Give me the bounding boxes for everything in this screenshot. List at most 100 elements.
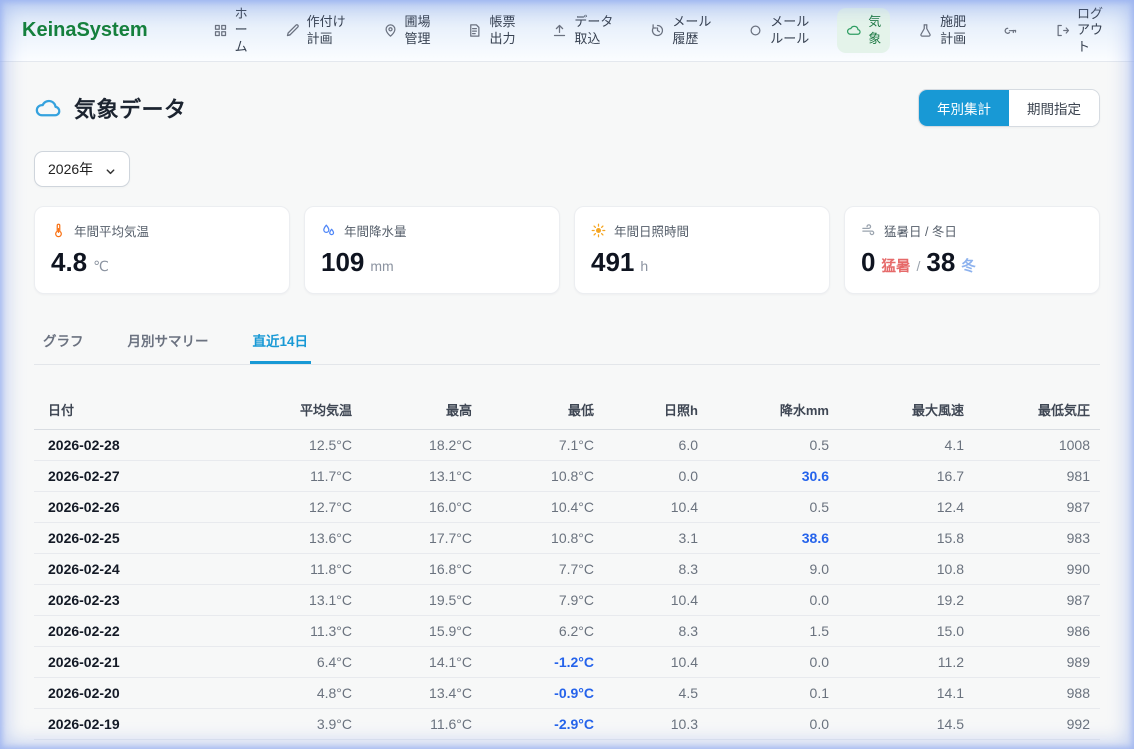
- flask-icon: [918, 23, 933, 38]
- cell-min: 7.9°C: [482, 585, 604, 616]
- stat-unit: ℃: [93, 258, 109, 275]
- pencil-icon: [285, 23, 300, 38]
- cell-max: 13.4°C: [362, 678, 482, 709]
- nav-item-2[interactable]: 圃場 管理: [374, 8, 440, 53]
- cell-avg: 3.9°C: [250, 709, 362, 740]
- nav-item-label: 施肥 計画: [940, 14, 966, 47]
- wind-icon: [861, 223, 876, 238]
- hot-days-value: 0: [861, 247, 875, 278]
- cell-date: 2026-02-23: [34, 585, 250, 616]
- title-row: 気象データ 年別集計 期間指定: [34, 89, 1100, 127]
- cell-pressure: 986: [974, 616, 1100, 647]
- column-header: 最低: [482, 391, 604, 430]
- period-select-button[interactable]: 期間指定: [1009, 90, 1099, 126]
- stat-value: 109: [321, 247, 364, 278]
- separator: /: [916, 258, 920, 274]
- nav-item-4[interactable]: データ 取込: [543, 8, 622, 53]
- cell-sun: 10.4: [604, 585, 708, 616]
- stat-unit: mm: [370, 258, 393, 274]
- cell-sun: 10.4: [604, 492, 708, 523]
- stat-label: 年間日照時間: [614, 221, 689, 240]
- cell-wind: 15.0: [839, 616, 974, 647]
- nav-item-8[interactable]: 施肥 計画: [909, 8, 975, 53]
- grid-icon: [213, 23, 228, 38]
- cell-max: 16.0°C: [362, 492, 482, 523]
- nav-item-label: ログ アウ ト: [1077, 6, 1103, 55]
- top-navigation-bar: KeinaSystem ホ ー ム作付け 計画圃場 管理帳票 出力データ 取込メ…: [0, 0, 1134, 62]
- nav-item-label: データ 取込: [574, 14, 613, 47]
- cell-rain: 0.0: [708, 709, 839, 740]
- nav-item-label: 帳票 出力: [489, 14, 515, 47]
- nav-item-10[interactable]: ログ アウ ト: [1046, 0, 1112, 61]
- content-tabs: グラフ月別サマリー直近14日: [34, 321, 1100, 365]
- table-row: 2026-02-2711.7°C13.1°C10.8°C0.030.616.79…: [34, 461, 1100, 492]
- cell-wind: 11.2: [839, 647, 974, 678]
- cell-max: 14.1°C: [362, 647, 482, 678]
- cell-avg: 11.8°C: [250, 554, 362, 585]
- cell-date: 2026-02-26: [34, 492, 250, 523]
- cell-avg: 11.3°C: [250, 616, 362, 647]
- cell-avg: 13.1°C: [250, 585, 362, 616]
- nav-item-3[interactable]: 帳票 出力: [458, 8, 524, 53]
- cell-min: 10.8°C: [482, 461, 604, 492]
- nav-item-9[interactable]: [994, 17, 1027, 44]
- cell-rain: 0.0: [708, 585, 839, 616]
- cell-date: 2026-02-25: [34, 523, 250, 554]
- cell-pressure: 983: [974, 523, 1100, 554]
- cell-min: -0.9°C: [482, 678, 604, 709]
- tab-2[interactable]: 直近14日: [250, 321, 312, 364]
- cell-wind: 14.1: [839, 678, 974, 709]
- logout-icon: [1055, 23, 1070, 38]
- cell-wind: 12.4: [839, 492, 974, 523]
- cell-sun: 4.5: [604, 678, 708, 709]
- cell-date: 2026-02-24: [34, 554, 250, 585]
- cell-rain: 0.0: [708, 647, 839, 678]
- hot-days-label: 猛暑: [881, 255, 910, 276]
- cell-max: 13.1°C: [362, 461, 482, 492]
- cell-wind: 15.8: [839, 523, 974, 554]
- cell-min: 10.8°C: [482, 523, 604, 554]
- cell-wind: 16.7: [839, 461, 974, 492]
- table-header-row: 日付平均気温最高最低日照h降水mm最大風速最低気圧: [34, 391, 1100, 430]
- table-row: 2026-02-2612.7°C16.0°C10.4°C10.40.512.49…: [34, 492, 1100, 523]
- cell-date: 2026-02-20: [34, 678, 250, 709]
- thermometer-icon: [51, 223, 66, 238]
- table-row: 2026-02-204.8°C13.4°C-0.9°C4.50.114.1988: [34, 678, 1100, 709]
- nav-item-label: 作付け 計画: [307, 14, 346, 47]
- tab-0[interactable]: グラフ: [40, 321, 87, 364]
- stat-label: 猛暑日 / 冬日: [884, 221, 957, 240]
- cell-min: -1.2°C: [482, 647, 604, 678]
- column-header: 日照h: [604, 391, 708, 430]
- cell-pressure: 989: [974, 647, 1100, 678]
- cell-date: 2026-02-19: [34, 709, 250, 740]
- nav-item-0[interactable]: ホ ー ム: [204, 0, 257, 61]
- stat-card-precipitation: 年間降水量 109 mm: [304, 206, 560, 294]
- cell-sun: 8.3: [604, 554, 708, 585]
- cell-max: 18.2°C: [362, 430, 482, 461]
- nav-item-label: ホ ー ム: [235, 6, 248, 55]
- cell-rain: 0.5: [708, 492, 839, 523]
- column-header: 降水mm: [708, 391, 839, 430]
- year-select[interactable]: 2026年: [34, 151, 130, 187]
- tab-1[interactable]: 月別サマリー: [125, 321, 212, 364]
- cell-pressure: 992: [974, 709, 1100, 740]
- cell-avg: 13.6°C: [250, 523, 362, 554]
- cell-date: 2026-02-22: [34, 616, 250, 647]
- stat-card-avg-temp: 年間平均気温 4.8 ℃: [34, 206, 290, 294]
- cell-rain: 1.5: [708, 616, 839, 647]
- cell-date: 2026-02-27: [34, 461, 250, 492]
- nav-item-6[interactable]: メール ルール: [739, 8, 818, 53]
- mail-rule-icon: [748, 23, 763, 38]
- cell-sun: 10.4: [604, 647, 708, 678]
- cell-min: 10.4°C: [482, 492, 604, 523]
- table-row: 2026-02-2211.3°C15.9°C6.2°C8.31.515.0986: [34, 616, 1100, 647]
- cell-pressure: 990: [974, 554, 1100, 585]
- nav-item-7[interactable]: 気 象: [837, 8, 890, 53]
- nav-item-5[interactable]: メール 履歴: [641, 8, 720, 53]
- nav-item-label: メール ルール: [770, 14, 809, 47]
- raindrops-icon: [321, 223, 336, 238]
- nav-item-1[interactable]: 作付け 計画: [276, 8, 355, 53]
- yearly-summary-button[interactable]: 年別集計: [919, 90, 1009, 126]
- cell-pressure: 1008: [974, 430, 1100, 461]
- cell-min: 6.2°C: [482, 616, 604, 647]
